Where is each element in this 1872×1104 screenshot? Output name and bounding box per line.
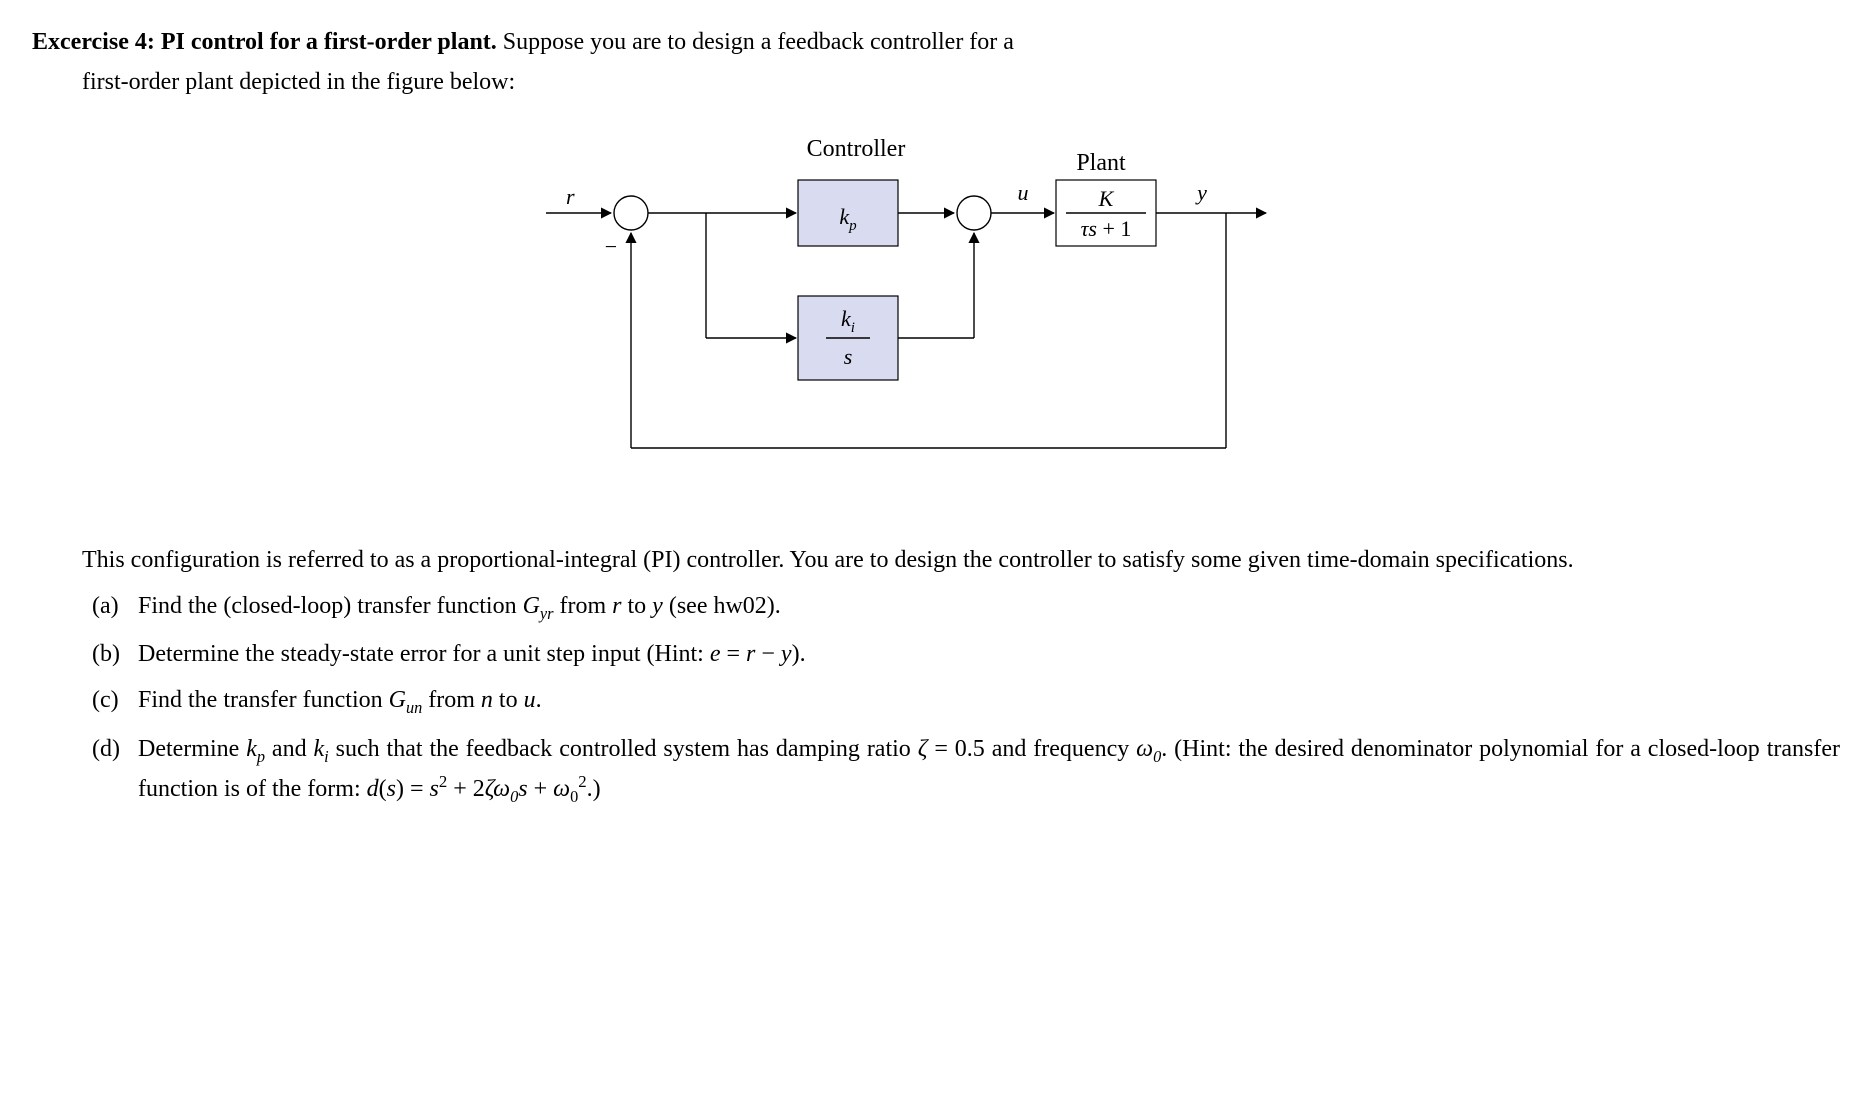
label-c: (c): [92, 682, 138, 718]
controller-label: Controller: [807, 136, 906, 162]
question-b: (b) Determine the steady-state error for…: [92, 636, 1840, 672]
question-c: (c) Find the transfer function Gun from …: [92, 682, 1840, 720]
exercise-intro-line2: first-order plant depicted in the figure…: [82, 64, 1840, 100]
summing-junction-1: [614, 196, 648, 230]
text-c: Find the transfer function Gun from n to…: [138, 682, 1840, 720]
text-a: Find the (closed-loop) transfer function…: [138, 588, 1840, 626]
question-list: (a) Find the (closed-loop) transfer func…: [92, 588, 1840, 809]
exercise-header: Excercise 4: PI control for a first-orde…: [32, 24, 1840, 60]
plant-label: Plant: [1076, 150, 1126, 176]
summing-junction-2: [957, 196, 991, 230]
block-diagram: Controller Plant r kp u K τs + 1 y k: [32, 128, 1840, 498]
signal-u: u: [1018, 180, 1029, 205]
block-diagram-svg: Controller Plant r kp u K τs + 1 y k: [526, 128, 1346, 498]
signal-r: r: [566, 184, 575, 209]
body-paragraph: This configuration is referred to as a p…: [82, 542, 1820, 578]
plant-K: K: [1098, 186, 1115, 211]
label-b: (b): [92, 636, 138, 672]
label-d: (d): [92, 731, 138, 767]
minus-sign: −: [605, 234, 617, 259]
exercise-title: Excercise 4: PI control for a first-orde…: [32, 29, 497, 55]
text-d: Determine kp and ki such that the feedba…: [138, 731, 1840, 810]
label-a: (a): [92, 588, 138, 624]
signal-y: y: [1195, 180, 1207, 205]
exercise-intro-line1: Suppose you are to design a feedback con…: [497, 29, 1014, 55]
text-b: Determine the steady-state error for a u…: [138, 636, 1840, 672]
question-a: (a) Find the (closed-loop) transfer func…: [92, 588, 1840, 626]
question-d: (d) Determine kp and ki such that the fe…: [92, 731, 1840, 810]
ki-s: s: [844, 344, 853, 369]
plant-denom: τs + 1: [1081, 216, 1132, 241]
